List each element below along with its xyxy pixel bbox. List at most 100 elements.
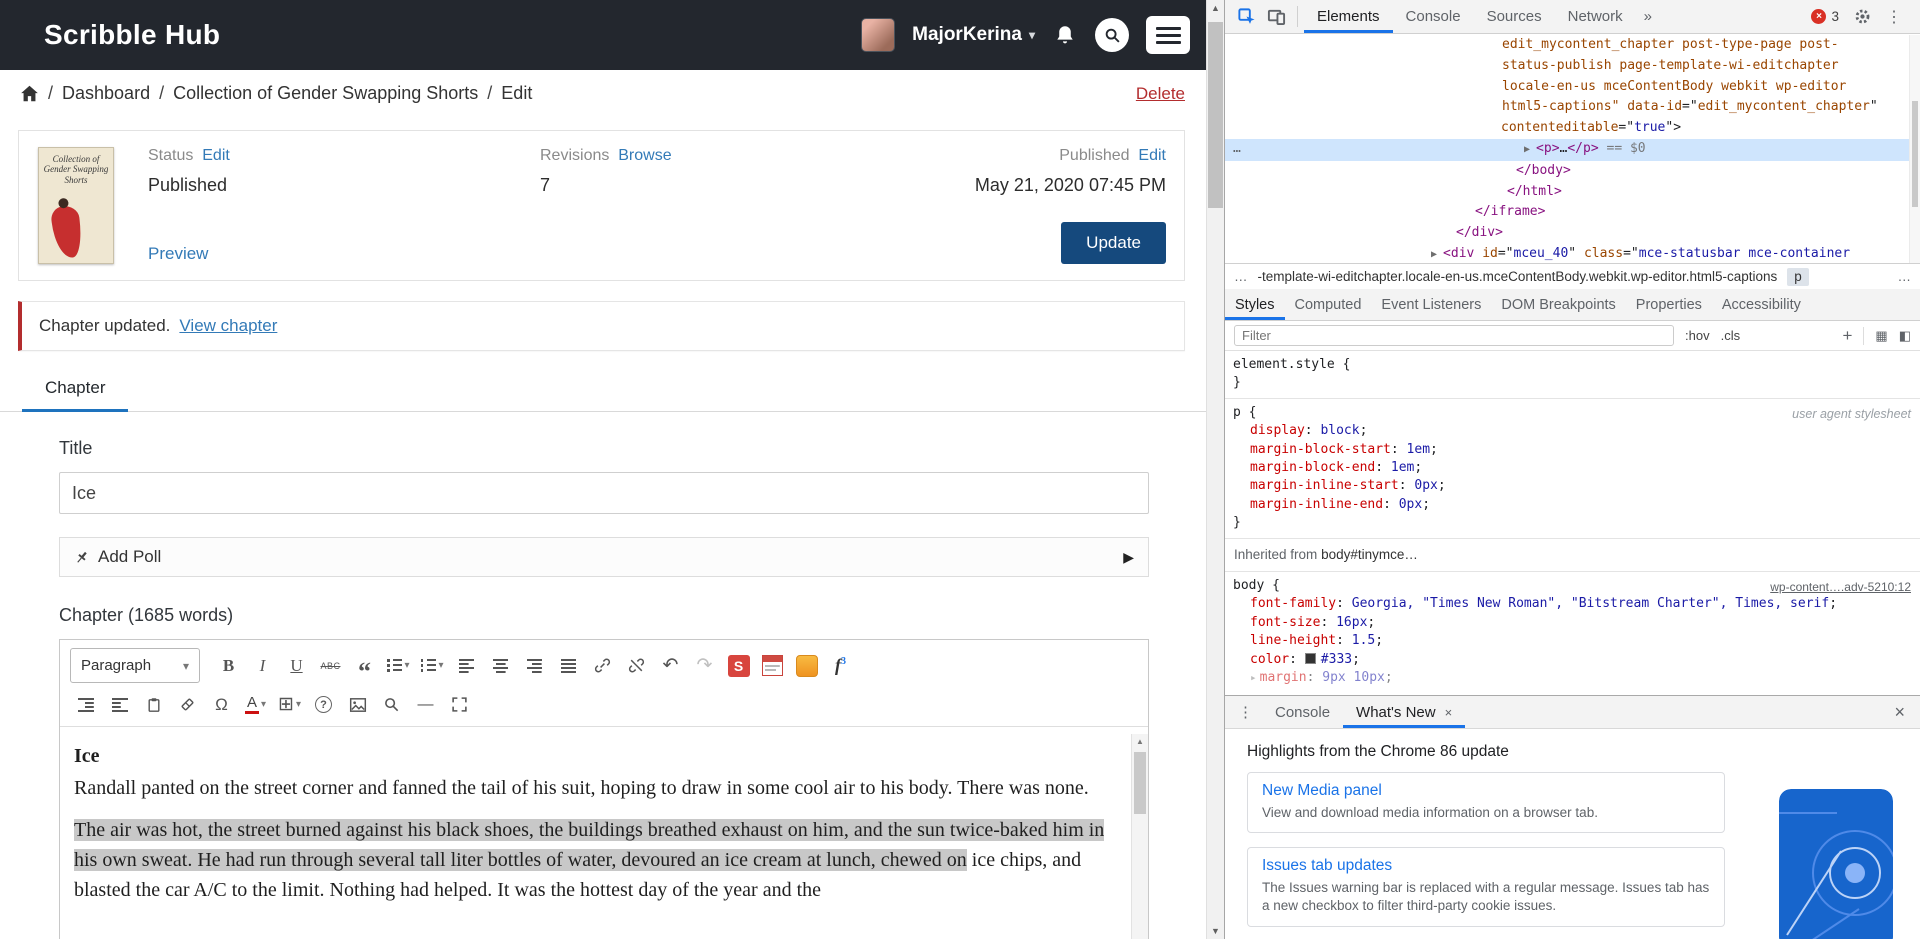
justify-button[interactable] <box>553 650 584 681</box>
whats-new-card-link[interactable]: Issues tab updates <box>1262 857 1710 875</box>
story-cover-thumbnail[interactable]: Collection of Gender Swapping Shorts <box>38 147 114 264</box>
scroll-down-icon[interactable]: ▼ <box>1207 926 1224 936</box>
user-menu[interactable]: MajorKerina ▾ <box>912 24 1035 46</box>
remove-link-button[interactable] <box>621 650 652 681</box>
drawer-menu-icon[interactable]: ⋮ <box>1229 696 1262 728</box>
color-swatch[interactable] <box>1305 653 1316 664</box>
font-color-button[interactable]: A▾ <box>240 689 271 720</box>
dom-tree-node[interactable]: </body> <box>1225 161 1920 182</box>
crumb-overflow-left[interactable]: … <box>1234 269 1248 284</box>
insert-image-button[interactable] <box>342 689 373 720</box>
elements-tree-scrollbar-thumb[interactable] <box>1912 101 1918 207</box>
dom-tree-node[interactable]: …▶ <p>…</p> == $0 <box>1225 139 1920 161</box>
elements-tree-scrollbar[interactable] <box>1909 35 1920 263</box>
inherited-element-link[interactable]: body#tinymce… <box>1321 547 1418 562</box>
dom-tree-node[interactable]: ▶ <div id="mceu_40" class="mce-statusbar… <box>1225 244 1920 263</box>
menu-icon[interactable] <box>1146 16 1190 54</box>
undo-button[interactable]: ↶ <box>655 650 686 681</box>
help-button[interactable]: ? <box>308 689 339 720</box>
notifications-bell-icon[interactable] <box>1052 22 1078 48</box>
css-property-color[interactable]: color: #333; <box>1233 651 1914 669</box>
more-tabs-button[interactable]: » <box>1636 0 1660 33</box>
inline-actions-button[interactable]: … <box>1233 139 1242 160</box>
close-drawer-icon[interactable]: × <box>1883 696 1916 728</box>
breadcrumb-item-edit[interactable]: Edit <box>501 83 532 104</box>
whats-new-card-link[interactable]: New Media panel <box>1262 782 1710 800</box>
devtools-tab-sources[interactable]: Sources <box>1474 0 1555 33</box>
css-property-margin-inline-start[interactable]: margin-inline-start: 0px; <box>1233 477 1914 495</box>
bullet-list-button[interactable]: ▾ <box>383 650 414 681</box>
devtools-tab-elements[interactable]: Elements <box>1304 0 1393 33</box>
home-icon[interactable] <box>20 84 39 103</box>
dom-tree-node[interactable]: status-publish page-template-wi-editchap… <box>1225 56 1920 77</box>
align-center-button[interactable] <box>485 650 516 681</box>
blockquote-button[interactable]: “ <box>349 650 380 681</box>
sidebar-tab-properties[interactable]: Properties <box>1626 289 1712 320</box>
more-options-icon[interactable]: ⋮ <box>1886 7 1902 27</box>
outdent-button[interactable] <box>104 689 135 720</box>
table-button[interactable]: ⊞▾ <box>274 689 305 720</box>
breadcrumb-item-dashboard[interactable]: Dashboard <box>62 83 150 104</box>
redo-button[interactable]: ↷ <box>689 650 720 681</box>
scroll-up-icon[interactable]: ▲ <box>1207 3 1224 13</box>
device-toolbar-icon[interactable] <box>1261 0 1291 33</box>
clear-formatting-button[interactable] <box>172 689 203 720</box>
find-replace-button[interactable] <box>376 689 407 720</box>
paste-button[interactable] <box>138 689 169 720</box>
crumb-body-element[interactable]: -template-wi-editchapter.locale-en-us.mc… <box>1258 269 1778 284</box>
crumb-selected-element[interactable]: p <box>1787 268 1809 286</box>
dom-tree-node[interactable]: contenteditable="true"> <box>1225 118 1920 139</box>
css-property-line-height[interactable]: line-height: 1.5; <box>1233 632 1914 650</box>
scroll-up-icon[interactable]: ▲ <box>1132 734 1148 746</box>
css-property-margin-block-start[interactable]: margin-block-start: 1em; <box>1233 441 1914 459</box>
insert-link-button[interactable] <box>587 650 618 681</box>
inspect-element-icon[interactable] <box>1231 0 1261 33</box>
window-scrollbar-thumb[interactable] <box>1208 22 1223 208</box>
align-left-button[interactable] <box>451 650 482 681</box>
fullscreen-button[interactable] <box>444 689 475 720</box>
editor-scrollbar[interactable]: ▲ <box>1131 734 1148 939</box>
search-icon[interactable] <box>1095 18 1129 52</box>
title-input[interactable] <box>59 472 1149 514</box>
settings-gear-icon[interactable] <box>1854 8 1871 25</box>
sidebar-tab-styles[interactable]: Styles <box>1225 289 1285 320</box>
editor-content[interactable]: Ice Randall panted on the street corner … <box>60 727 1148 905</box>
strikethrough-button[interactable]: ABC <box>315 650 346 681</box>
italic-button[interactable]: I <box>247 650 278 681</box>
revisions-browse-link[interactable]: Browse <box>618 147 671 164</box>
css-property-display[interactable]: display: block; <box>1233 422 1914 440</box>
console-errors-badge[interactable]: × 3 <box>1811 9 1839 24</box>
crumb-overflow-right[interactable]: … <box>1898 269 1912 284</box>
sidebar-tab-computed[interactable]: Computed <box>1285 289 1372 320</box>
view-chapter-link[interactable]: View chapter <box>179 316 277 336</box>
grid-panels-icon[interactable]: ▦ <box>1875 328 1887 344</box>
align-right-button[interactable] <box>519 650 550 681</box>
dock-sidebar-icon[interactable]: ◧ <box>1899 328 1911 344</box>
css-selector[interactable]: element.style { <box>1233 356 1914 374</box>
drawer-tab-what-s-new[interactable]: What's New× <box>1343 696 1465 728</box>
stylesheet-source-link[interactable]: wp-content….adv-5210:12 <box>1770 578 1911 596</box>
css-property-font-family[interactable]: font-family: Georgia, "Times New Roman",… <box>1233 595 1914 613</box>
element-classes-button[interactable]: .cls <box>1721 328 1741 343</box>
special-character-button[interactable]: Ω <box>206 689 237 720</box>
bold-button[interactable]: B <box>213 650 244 681</box>
dom-tree-node[interactable]: edit_mycontent_chapter post-type-page po… <box>1225 35 1920 56</box>
drawer-tab-console[interactable]: Console <box>1262 696 1343 728</box>
sidebar-tab-event-listeners[interactable]: Event Listeners <box>1371 289 1491 320</box>
status-edit-link[interactable]: Edit <box>202 147 230 164</box>
new-style-rule-button[interactable]: + <box>1842 326 1852 346</box>
styles-filter-input[interactable] <box>1234 325 1674 346</box>
footnote-button[interactable]: f3 <box>825 650 856 681</box>
dom-tree-node[interactable]: </html> <box>1225 182 1920 203</box>
dom-tree-node[interactable]: </iframe> <box>1225 202 1920 223</box>
editor-scrollbar-thumb[interactable] <box>1134 752 1146 814</box>
published-edit-link[interactable]: Edit <box>1138 147 1166 164</box>
sidebar-tab-dom-breakpoints[interactable]: DOM Breakpoints <box>1491 289 1625 320</box>
dom-tree-node[interactable]: html5-captions" data-id="edit_mycontent_… <box>1225 97 1920 118</box>
numbered-list-button[interactable]: ▾ <box>417 650 448 681</box>
update-button[interactable]: Update <box>1061 222 1166 264</box>
window-scrollbar[interactable]: ▲ ▼ <box>1206 0 1224 939</box>
close-whats-new-icon[interactable]: × <box>1445 705 1453 720</box>
breadcrumb-item-collection-of-gender-swapping-shorts[interactable]: Collection of Gender Swapping Shorts <box>173 83 478 104</box>
underline-button[interactable]: U <box>281 650 312 681</box>
